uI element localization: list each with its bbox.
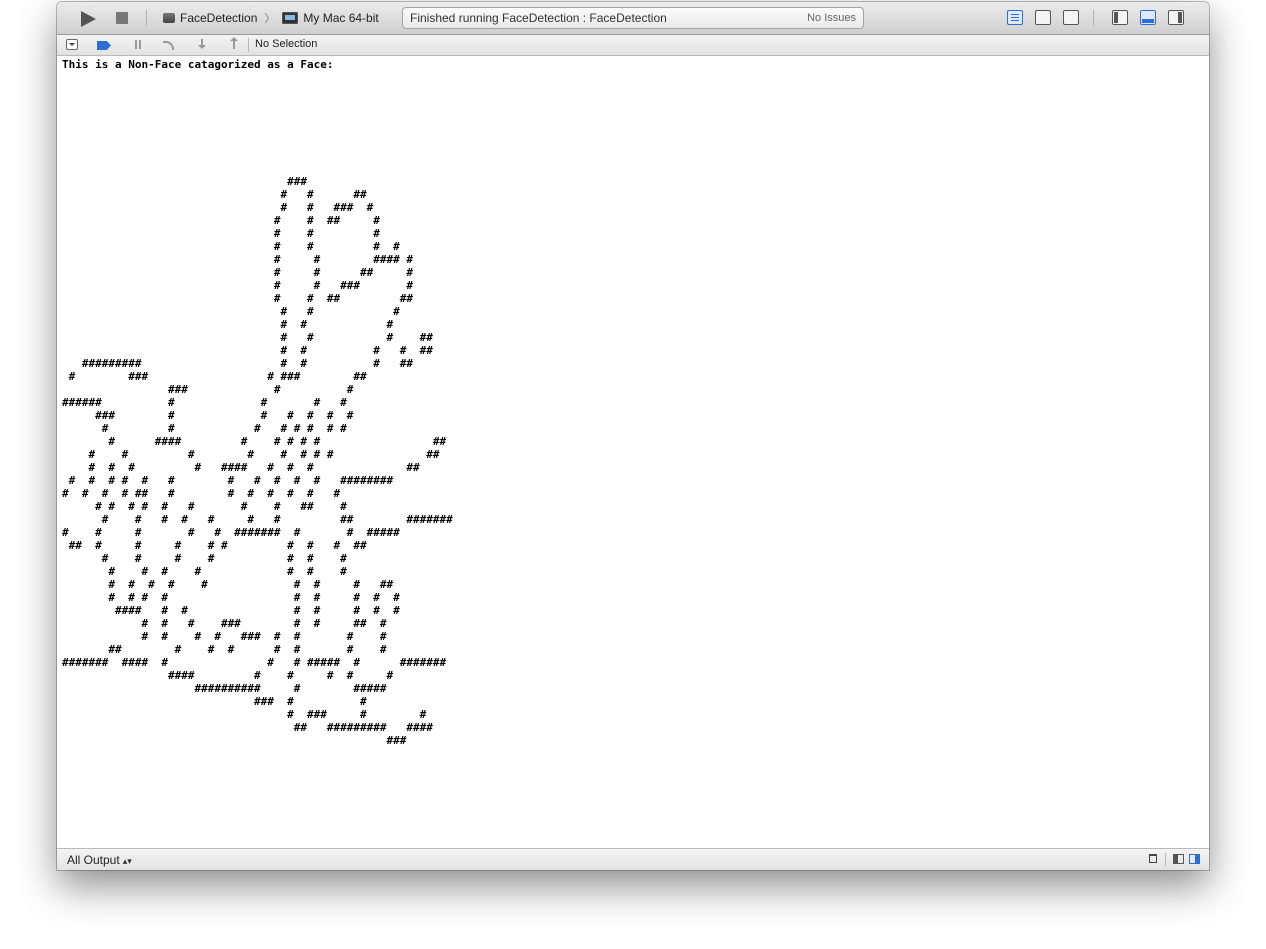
assistant-editor-button[interactable] xyxy=(1035,10,1051,25)
console-line: This is a Non-Face catagorized as a Face… xyxy=(62,58,334,71)
console-line: # # ## ## xyxy=(62,292,413,305)
console-line: # # # ### # # ## # xyxy=(62,617,387,630)
console-line: # # ### # xyxy=(62,279,413,292)
console-line: # # # # # # # # xyxy=(62,422,347,435)
console-line: # # # # # # # ## ####### xyxy=(62,513,453,526)
utilities-toggle-button[interactable] xyxy=(1168,10,1184,25)
output-filter-label: All Output xyxy=(67,853,120,867)
console-line: # # # # # # # # ## xyxy=(62,448,440,461)
console-line: # ### # ### ## xyxy=(62,370,367,383)
issues-indicator[interactable]: No Issues xyxy=(807,12,856,24)
console-line: # # # # # # # # ## # xyxy=(62,500,347,513)
console-line: # # #### # xyxy=(62,253,413,266)
debug-bar: No Selection xyxy=(57,35,1209,56)
console-line: # #### # # # # # ## xyxy=(62,435,447,448)
console-line: # # # # xyxy=(62,240,400,253)
activity-viewer[interactable]: Finished running FaceDetection : FaceDet… xyxy=(402,7,864,29)
standard-editor-button[interactable] xyxy=(1007,10,1023,25)
console-line: ### xyxy=(62,175,308,188)
console-line: ### xyxy=(62,734,407,747)
run-button[interactable] xyxy=(81,11,96,27)
console-line: ######### # # # ## xyxy=(62,357,413,370)
console-line: ### # # xyxy=(62,695,367,708)
console-line: # # # # # # # xyxy=(62,552,347,565)
toolbar: FaceDetection 〉 My Mac 64-bit Finished r… xyxy=(57,2,1209,35)
hide-debug-area-button[interactable] xyxy=(66,39,78,50)
console-line: # # # # #### # # # ## xyxy=(62,461,420,474)
console-line: # # # xyxy=(62,318,394,331)
debug-area-toggle-button[interactable] xyxy=(1140,10,1156,25)
console-output[interactable]: This is a Non-Face catagorized as a Face… xyxy=(57,56,1209,848)
toolbar-divider xyxy=(1093,10,1094,26)
activity-status: Finished running FaceDetection : FaceDet… xyxy=(410,11,667,25)
console-line: ### # # xyxy=(62,383,354,396)
console-bottom-bar: All Output ▴▾ xyxy=(57,848,1209,870)
chevron-right-icon: 〉 xyxy=(264,13,276,25)
scheme-selector[interactable]: FaceDetection 〉 My Mac 64-bit xyxy=(163,10,379,26)
xcode-window: FaceDetection 〉 My Mac 64-bit Finished r… xyxy=(57,2,1209,870)
console-view-toggle[interactable] xyxy=(1189,854,1200,864)
console-line: # # # xyxy=(62,305,400,318)
variables-view-toggle[interactable] xyxy=(1173,854,1184,864)
console-line: # # # # # # # xyxy=(62,565,347,578)
mac-icon xyxy=(282,12,299,24)
project-icon xyxy=(163,13,175,23)
console-line: # # # xyxy=(62,227,380,240)
console-line: ## # # # # # # # # ## xyxy=(62,539,367,552)
scheme-name: FaceDetection xyxy=(180,11,258,25)
step-out-button[interactable] xyxy=(228,37,240,50)
navigator-toggle-button[interactable] xyxy=(1112,10,1128,25)
updown-arrows-icon: ▴▾ xyxy=(122,856,132,866)
console-line: # # ## xyxy=(62,188,367,201)
console-line: # ### # # xyxy=(62,708,427,721)
toolbar-divider xyxy=(146,10,147,26)
step-into-button[interactable] xyxy=(196,39,208,50)
console-line: # # # # # # # # ## xyxy=(62,578,394,591)
destination-name: My Mac 64-bit xyxy=(303,11,379,25)
console-line: # # ### # xyxy=(62,201,374,214)
console-line: ####### #### # # # ##### # ####### xyxy=(62,656,447,669)
console-line: # # # # ### # # # # xyxy=(62,630,387,643)
console-line: ### # # # # # # xyxy=(62,409,354,422)
console-text: This is a Non-Face catagorized as a Face… xyxy=(57,56,1209,749)
console-line: # # # # ## # # # # # # # xyxy=(62,487,341,500)
version-editor-button[interactable] xyxy=(1063,10,1079,25)
breakpoints-toggle-button[interactable] xyxy=(97,41,111,50)
trash-icon[interactable] xyxy=(1149,854,1157,863)
stop-button[interactable] xyxy=(116,12,128,24)
console-line: # # # # # # # # # # # ######## xyxy=(62,474,394,487)
output-filter-select[interactable]: All Output ▴▾ xyxy=(67,853,132,867)
console-line: ###### # # # # xyxy=(62,396,347,409)
console-line: ## ######### #### xyxy=(62,721,433,734)
console-line: # # # # ## xyxy=(62,344,433,357)
console-line: # # # # # # # # # xyxy=(62,591,400,604)
thread-selection[interactable]: No Selection xyxy=(255,38,317,50)
bottom-divider xyxy=(1165,853,1166,866)
console-line: ## # # # # # # # xyxy=(62,643,387,656)
pause-button[interactable] xyxy=(133,39,145,50)
step-over-button[interactable] xyxy=(163,41,174,50)
console-line: # # # ## xyxy=(62,331,433,344)
console-line: ########## # ##### xyxy=(62,682,387,695)
console-line: #### # # # # # xyxy=(62,669,394,682)
debug-bar-divider xyxy=(248,38,249,52)
console-line: # # # # # ####### # # ##### xyxy=(62,526,400,539)
console-line: #### # # # # # # # xyxy=(62,604,400,617)
console-line: # # ## # xyxy=(62,266,413,279)
console-line: # # ## # xyxy=(62,214,380,227)
